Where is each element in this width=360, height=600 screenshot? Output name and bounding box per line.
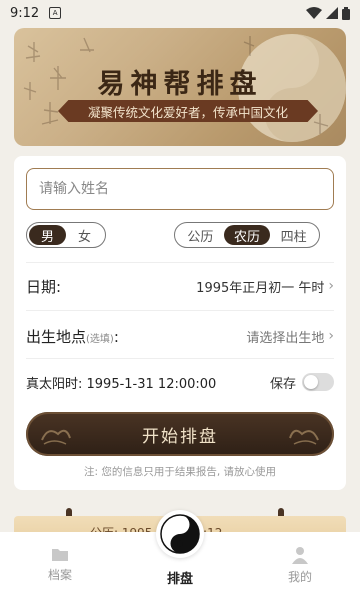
- calendar-four-pillars-option[interactable]: 四柱: [270, 225, 317, 245]
- solar-time-row: 真太阳时: 1995-1-31 12:00:00 保存: [26, 370, 334, 394]
- status-time: 9:12: [10, 5, 40, 21]
- status-bar: 9:12 A: [0, 0, 360, 26]
- cloud-ornament-icon: [41, 429, 71, 445]
- calendar-gregorian-option[interactable]: 公历: [177, 225, 224, 245]
- nav-profile[interactable]: 我的: [260, 546, 340, 585]
- privacy-note: 注: 您的信息只用于结果报告, 请放心使用: [83, 466, 277, 478]
- start-chart-label: 开始排盘: [142, 426, 218, 447]
- date-value: 1995年正月初一 午时 ›: [196, 278, 334, 296]
- app-notification-icon: A: [49, 7, 62, 19]
- divider: [26, 262, 334, 263]
- chevron-right-icon: ›: [328, 278, 334, 294]
- save-label: 保存: [269, 376, 296, 392]
- gender-selector: 男 女: [26, 222, 106, 248]
- divider: [26, 358, 334, 359]
- start-chart-button[interactable]: 开始排盘: [26, 412, 334, 456]
- save-toggle[interactable]: [302, 373, 334, 391]
- battery-icon: [342, 6, 350, 20]
- cloud-ornament-icon: [289, 429, 319, 445]
- date-row[interactable]: 日期: 1995年正月初一 午时 ›: [26, 274, 334, 298]
- optional-hint: (选填): [86, 333, 114, 345]
- gender-male-option[interactable]: 男: [29, 225, 66, 245]
- header-banner: 易神帮排盘 凝聚传统文化爱好者，传承中国文化: [14, 28, 346, 146]
- divider: [26, 310, 334, 311]
- chart-tab-button[interactable]: [156, 510, 204, 558]
- birthplace-row[interactable]: 出生地点(选填): 请选择出生地 ›: [26, 324, 334, 348]
- save-toggle-group: 保存: [270, 373, 334, 392]
- yin-yang-icon: [160, 514, 200, 554]
- true-solar-time: 真太阳时: 1995-1-31 12:00:00: [26, 376, 217, 392]
- birthplace-label: 出生地点(选填):: [26, 327, 119, 346]
- nav-chart[interactable]: 排盘: [156, 568, 204, 587]
- chevron-right-icon: ›: [328, 328, 334, 344]
- calendar-lunar-option[interactable]: 农历: [223, 225, 271, 245]
- name-input[interactable]: [26, 168, 334, 210]
- date-label: 日期:: [26, 277, 62, 296]
- banner-subtitle: 凝聚传统文化爱好者，传承中国文化: [58, 100, 318, 122]
- banner-title: 易神帮排盘: [97, 69, 263, 100]
- birth-info-card: 男 女 公历 农历 四柱 日期: 1995年正月初一 午时 › 出生地点(选填)…: [14, 156, 346, 490]
- birthplace-value: 请选择出生地 ›: [246, 328, 334, 346]
- person-icon: [292, 547, 308, 564]
- folder-icon: [52, 549, 68, 561]
- signal-icon: [326, 7, 338, 19]
- nav-archive[interactable]: 档案: [20, 546, 100, 583]
- gender-female-option[interactable]: 女: [66, 225, 103, 245]
- calendar-type-selector: 公历 农历 四柱: [174, 222, 320, 248]
- wifi-icon: [306, 7, 322, 19]
